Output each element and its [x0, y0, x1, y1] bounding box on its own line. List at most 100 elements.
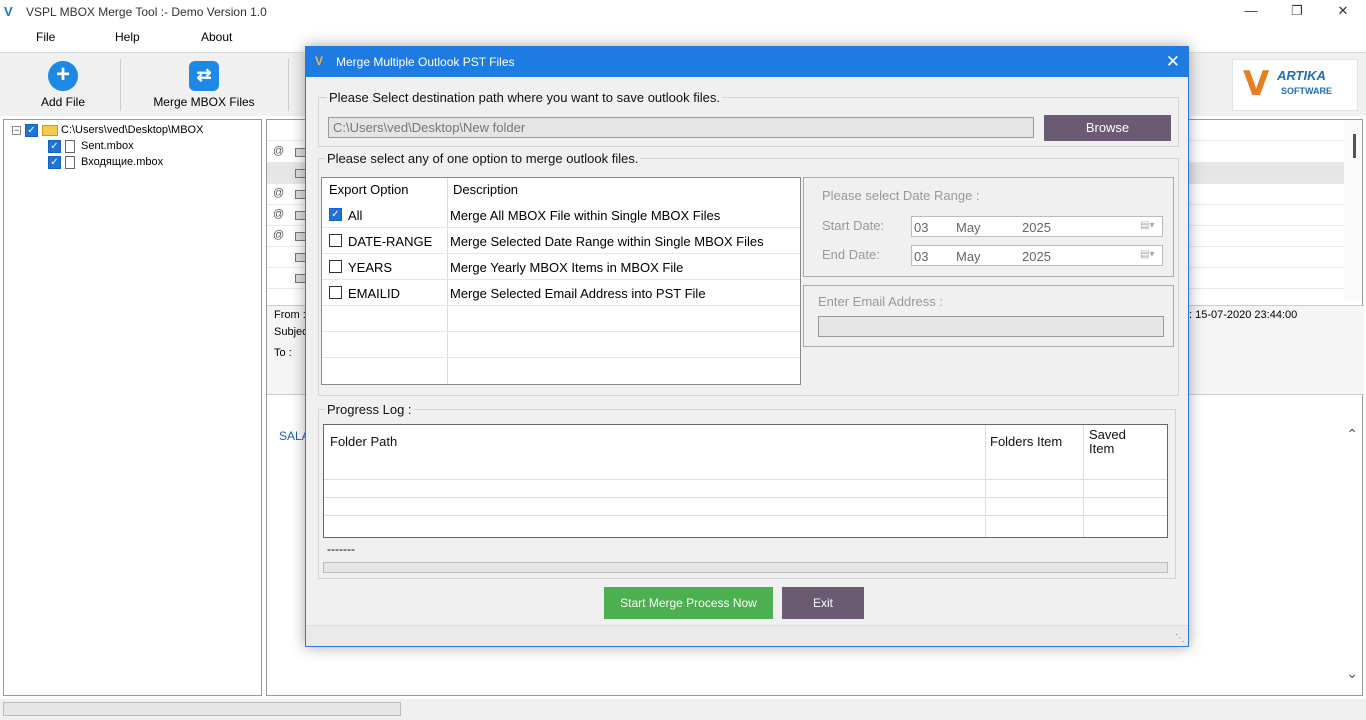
scroll-down-icon[interactable]: ⌄	[1346, 665, 1358, 682]
window-controls: — ❐ ✕	[1228, 0, 1366, 24]
row-divider	[324, 497, 1167, 498]
attachment-icon: @	[273, 208, 285, 220]
calendar-dropdown-icon[interactable]: ▤▾	[1140, 249, 1158, 263]
tree-item-checkbox[interactable]: ✓	[48, 139, 61, 153]
progress-status-text: -------	[327, 542, 355, 556]
resize-grip-icon[interactable]: ⋱	[1175, 633, 1185, 644]
exit-button[interactable]: Exit	[782, 587, 864, 619]
add-file-label: Add File	[40, 95, 86, 109]
end-month: May	[956, 249, 981, 264]
toolbar-divider	[288, 59, 289, 111]
dialog-app-icon: V	[315, 54, 324, 68]
option-description: Merge Selected Date Range within Single …	[450, 234, 764, 249]
option-name: YEARS	[348, 260, 393, 275]
saved-item-header: Saved	[1089, 427, 1126, 442]
attachment-icon: @	[273, 187, 285, 199]
window-titlebar: V VSPL MBOX Merge Tool :- Demo Version 1…	[0, 0, 1366, 24]
logo-subtext: SOFTWARE	[1281, 86, 1332, 96]
dialog-title: Merge Multiple Outlook PST Files	[336, 55, 515, 69]
start-day: 03	[914, 220, 929, 235]
option-description: Merge Yearly MBOX Items in MBOX File	[450, 260, 684, 275]
end-day: 03	[914, 249, 929, 264]
option-row-date-range[interactable]: DATE-RANGE Merge Selected Date Range wit…	[322, 228, 800, 254]
progress-log-table: Folder Path Folders Item Saved Item	[323, 424, 1168, 538]
menu-file[interactable]: File	[36, 30, 55, 44]
main-progress-bar	[3, 702, 401, 716]
options-label: Please select any of one option to merge…	[325, 151, 641, 166]
start-date-label: Start Date:	[822, 218, 885, 233]
option-row-all[interactable]: ✓ All Merge All MBOX File within Single …	[322, 202, 800, 228]
file-icon	[65, 155, 75, 169]
empty-row	[322, 306, 800, 332]
tree-root[interactable]: − ✓ C:\Users\ved\Desktop\MBOX	[12, 122, 203, 138]
row-divider	[324, 479, 1167, 480]
close-window-button[interactable]: ✕	[1320, 0, 1366, 24]
date-range-label: Please select Date Range :	[822, 188, 980, 203]
option-emailid-checkbox[interactable]	[329, 286, 342, 299]
column-divider	[985, 425, 986, 537]
merge-progress-bar	[323, 562, 1168, 573]
option-name: DATE-RANGE	[348, 234, 433, 249]
tree-item-sent[interactable]: ✓ Sent.mbox	[48, 138, 134, 154]
merge-mbox-button[interactable]: ⇄ Merge MBOX Files	[150, 57, 258, 113]
browse-button[interactable]: Browse	[1044, 115, 1171, 141]
logo-text: ARTIKA	[1277, 68, 1326, 83]
menu-about[interactable]: About	[201, 30, 232, 44]
logo-mark: V	[1243, 64, 1270, 104]
dialog-close-button[interactable]: ✕	[1166, 52, 1180, 72]
app-logo-icon: V	[4, 4, 13, 19]
minimize-button[interactable]: —	[1228, 0, 1274, 24]
option-row-emailid[interactable]: EMAILID Merge Selected Email Address int…	[322, 280, 800, 306]
progress-log-label: Progress Log :	[325, 402, 414, 417]
date-range-box: Please select Date Range : Start Date: 0…	[803, 177, 1174, 277]
attachment-icon: @	[273, 229, 285, 241]
description-header: Description	[453, 182, 519, 197]
destination-path-input[interactable]	[328, 117, 1034, 138]
option-row-years[interactable]: YEARS Merge Yearly MBOX Items in MBOX Fi…	[322, 254, 800, 280]
export-option-header: Export Option	[329, 182, 409, 197]
option-date-range-checkbox[interactable]	[329, 234, 342, 247]
toolbar-divider	[120, 59, 121, 111]
email-input[interactable]	[818, 316, 1164, 337]
tree-item-checkbox[interactable]: ✓	[48, 155, 61, 169]
end-date-label: End Date:	[822, 247, 880, 262]
tree-item-inbox[interactable]: ✓ Входящие.mbox	[48, 154, 163, 170]
option-all-checkbox[interactable]: ✓	[329, 208, 342, 221]
to-label: To :	[274, 347, 292, 359]
email-box: Enter Email Address :	[803, 285, 1174, 347]
mail-list-scrollbar[interactable]	[1344, 120, 1362, 300]
merge-mbox-label: Merge MBOX Files	[153, 95, 255, 109]
option-years-checkbox[interactable]	[329, 260, 342, 273]
scroll-up-icon[interactable]: ⌃	[1346, 426, 1358, 443]
row-divider	[324, 515, 1167, 516]
start-date-picker[interactable]: 03 May 2025 ▤▾	[911, 216, 1163, 237]
window-title: VSPL MBOX Merge Tool :- Demo Version 1.0	[26, 5, 267, 19]
option-name: All	[348, 208, 363, 223]
add-file-button[interactable]: + Add File	[28, 57, 98, 113]
dialog-titlebar: V Merge Multiple Outlook PST Files ✕	[306, 47, 1188, 77]
calendar-dropdown-icon[interactable]: ▤▾	[1140, 220, 1158, 234]
empty-row	[322, 332, 800, 358]
progress-log-group: Progress Log : Folder Path Folders Item …	[318, 402, 1176, 579]
tree-root-checkbox[interactable]: ✓	[25, 123, 38, 137]
collapse-icon[interactable]: −	[12, 125, 21, 135]
folders-item-header: Folders Item	[990, 434, 1063, 449]
tree-item-label: Sent.mbox	[81, 140, 134, 152]
end-date-picker[interactable]: 03 May 2025 ▤▾	[911, 245, 1163, 266]
export-options-table: Export Option Description ✓ All Merge Al…	[321, 177, 801, 385]
merge-dialog: V Merge Multiple Outlook PST Files ✕ Ple…	[305, 46, 1189, 647]
folder-path-header: Folder Path	[330, 434, 398, 449]
vartika-logo: V ARTIKA SOFTWARE	[1232, 59, 1358, 111]
option-description: Merge All MBOX File within Single MBOX F…	[450, 208, 721, 223]
folder-tree: − ✓ C:\Users\ved\Desktop\MBOX ✓ Sent.mbo…	[3, 119, 262, 696]
option-name: EMAILID	[348, 286, 401, 301]
start-merge-button[interactable]: Start Merge Process Now	[604, 587, 773, 619]
scroll-thumb[interactable]	[1353, 134, 1356, 158]
destination-label: Please Select destination path where you…	[327, 90, 722, 105]
start-year: 2025	[1022, 220, 1051, 235]
attachment-icon: @	[273, 145, 285, 157]
restore-button[interactable]: ❐	[1274, 0, 1320, 24]
status-bar	[0, 699, 1366, 720]
menu-help[interactable]: Help	[115, 30, 140, 44]
date-value: : 15-07-2020 23:44:00	[1189, 309, 1298, 321]
